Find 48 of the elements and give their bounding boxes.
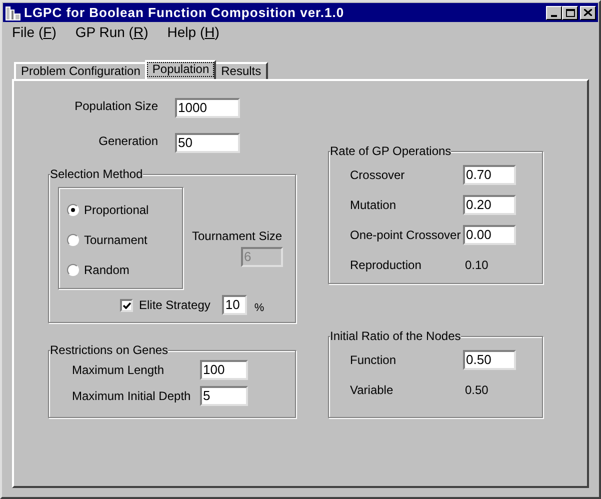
tab[interactable]: Results — [214, 62, 268, 79]
close-button[interactable] — [580, 6, 596, 20]
input-field[interactable]: 0.50 — [463, 350, 516, 370]
checkmark-icon — [122, 302, 130, 309]
field-label: Function — [350, 352, 398, 369]
tab[interactable]: Population — [145, 60, 216, 79]
radio-button[interactable] — [67, 204, 79, 216]
group-title: Initial Ratio of the Nodes — [330, 329, 461, 343]
field-label: Reproduction — [350, 257, 422, 274]
maximize-button[interactable] — [562, 6, 578, 20]
unit-label: % — [254, 301, 264, 316]
field-label: Variable — [350, 382, 394, 399]
input-field[interactable]: 1000 — [175, 98, 240, 118]
radio-label: Random — [84, 262, 130, 279]
window-title: LGPC for Boolean Function Composition ver.1.0 — [24, 4, 344, 22]
menu-item[interactable]: GP Run (R) — [75, 22, 148, 43]
checkbox-label: Elite Strategy — [139, 297, 210, 314]
value-text: 0.50 — [464, 382, 488, 399]
group-title: Restrictions on Genes — [50, 343, 168, 357]
field-label: Maximum Length — [72, 362, 166, 379]
menu-item[interactable]: Help (H) — [167, 22, 220, 43]
input-field[interactable]: 0.20 — [463, 195, 516, 215]
radio-label: Proportional — [84, 202, 149, 219]
radio-label: Tournament — [84, 232, 148, 249]
radio-button[interactable] — [67, 234, 79, 246]
minimize-button[interactable] — [546, 6, 562, 20]
app-icon — [5, 4, 21, 20]
tab[interactable]: Problem Configuration — [14, 62, 148, 79]
close-icon — [584, 9, 592, 16]
field-label: Mutation — [350, 197, 398, 214]
field-label: One-point Crossover — [350, 227, 462, 244]
input-field[interactable]: 0.70 — [463, 165, 516, 185]
field-label: Generation — [98, 132, 158, 150]
group-title: Selection Method — [50, 167, 143, 181]
field-label: Population Size — [74, 98, 158, 114]
field-label: Maximum Initial Depth — [72, 388, 192, 405]
radio-button[interactable] — [67, 264, 79, 276]
field-label: Tournament Size — [192, 228, 282, 245]
value-text: 0.10 — [464, 257, 488, 274]
input-field[interactable]: 50 — [175, 133, 240, 153]
input-field[interactable]: 0.00 — [463, 225, 516, 245]
input-field[interactable]: 100 — [200, 360, 248, 380]
input-field[interactable]: 5 — [200, 386, 248, 406]
input-field[interactable]: 10 — [222, 295, 248, 316]
menu-item[interactable]: File (F) — [12, 22, 56, 43]
group-title: Rate of GP Operations — [330, 144, 452, 158]
checkbox[interactable] — [120, 298, 133, 312]
field-label: Crossover — [350, 167, 406, 184]
